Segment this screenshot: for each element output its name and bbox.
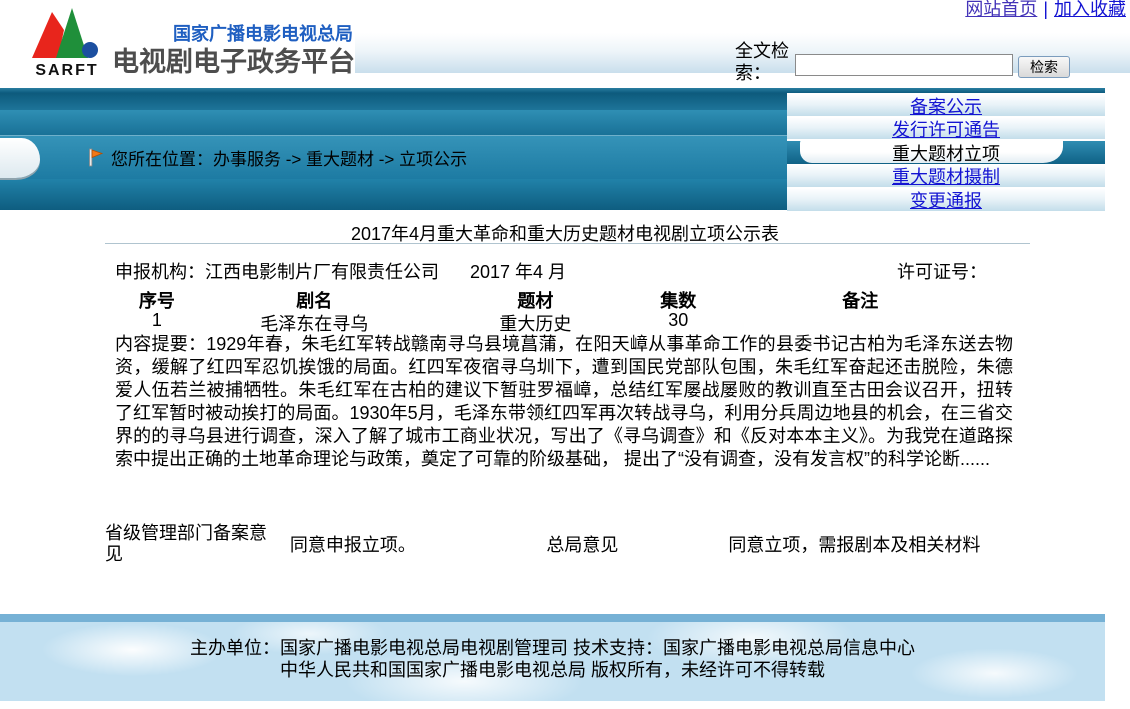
opinions-row: 省级管理部门备案意见 同意申报立项。 总局意见 同意立项，需报剧本及相关材料 xyxy=(105,522,1015,566)
search-button[interactable]: 检索 xyxy=(1018,56,1070,78)
side-menu: 备案公示 发行许可通告 重大题材立项 重大题材摄制 变更通报 xyxy=(787,93,1105,215)
menu-item-major-subject-approval[interactable]: 重大题材立项 xyxy=(787,141,1105,164)
applicant-name: 申报机构：江西电影制片厂有限责任公司 xyxy=(115,258,439,284)
sarft-logo-icon xyxy=(28,6,106,62)
footer: 主办单位：国家广播电影电视总局电视剧管理司 技术支持：国家广播电影电视总局信息中… xyxy=(0,614,1105,701)
title-divider xyxy=(105,243,1030,244)
header: SARFT 国家广播电影电视总局 电视剧电子政务平台 网站首页|加入收藏 全文检… xyxy=(0,0,1130,93)
logo-text: SARFT xyxy=(28,62,106,80)
sarft-opinion-label: 总局意见 xyxy=(546,522,728,566)
report-date: 2017 年4 月 xyxy=(470,258,566,284)
add-favorite-link[interactable]: 加入收藏 xyxy=(1054,0,1126,19)
menu-item-major-subject-production[interactable]: 重大题材摄制 xyxy=(787,165,1105,187)
menu-label-active: 重大题材立项 xyxy=(892,140,1000,166)
sarft-opinion-value: 同意立项，需报剧本及相关材料 xyxy=(728,522,1015,566)
menu-item-change-notification[interactable]: 变更通报 xyxy=(787,189,1105,211)
breadcrumb-bar: 您所在位置：办事服务 -> 重大题材 -> 立项公示 xyxy=(0,93,787,210)
site-name: 电视剧电子政务平台 xyxy=(112,40,355,79)
page: SARFT 国家广播电影电视总局 电视剧电子政务平台 网站首页|加入收藏 全文检… xyxy=(0,0,1130,709)
footer-background: 主办单位：国家广播电影电视总局电视剧管理司 技术支持：国家广播电影电视总局信息中… xyxy=(0,622,1105,701)
menu-link[interactable]: 重大题材摄制 xyxy=(892,163,1000,189)
menu-item-filing-publicity[interactable]: 备案公示 xyxy=(787,95,1105,116)
footer-copyright-line: 中华人民共和国国家广播电影电视总局 版权所有，未经许可不得转载 xyxy=(0,659,1105,681)
synopsis-text: 内容提要：1929年春，朱毛红军转战赣南寻乌县境菖蒲，在阳天嶂从事革命工作的县委… xyxy=(115,333,1013,471)
applicant-row: 申报机构：江西电影制片厂有限责任公司 2017 年4 月 许可证号： xyxy=(105,258,1015,282)
search-input[interactable] xyxy=(795,54,1013,76)
home-link[interactable]: 网站首页 xyxy=(965,0,1037,19)
search-label: 全文检索： xyxy=(735,40,793,84)
flag-icon xyxy=(88,148,103,167)
publicity-table: 申报机构：江西电影制片厂有限责任公司 2017 年4 月 许可证号： 序号 剧名… xyxy=(105,258,1015,282)
breadcrumb-text: 您所在位置：办事服务 -> 重大题材 -> 立项公示 xyxy=(111,145,467,170)
sarft-logo: SARFT xyxy=(28,6,106,84)
nav-band xyxy=(0,93,787,110)
nav-band xyxy=(0,110,787,135)
nav-band xyxy=(0,179,787,210)
menu-link[interactable]: 发行许可通告 xyxy=(892,116,1000,142)
provincial-opinion-label: 省级管理部门备案意见 xyxy=(105,522,278,566)
footer-top-bar xyxy=(0,614,1105,622)
menu-item-distribution-license[interactable]: 发行许可通告 xyxy=(787,118,1105,139)
license-number-label: 许可证号： xyxy=(897,258,987,284)
top-links-separator: | xyxy=(1043,0,1048,19)
breadcrumb: 您所在位置：办事服务 -> 重大题材 -> 立项公示 xyxy=(88,138,467,176)
top-links: 网站首页 | 加入收藏 xyxy=(965,0,1126,21)
navigation-zone: 您所在位置：办事服务 -> 重大题材 -> 立项公示 备案公示 发行许可通告 重… xyxy=(0,93,1105,215)
footer-organizer-line: 主办单位：国家广播电影电视总局电视剧管理司 技术支持：国家广播电影电视总局信息中… xyxy=(0,637,1105,659)
menu-link[interactable]: 变更通报 xyxy=(910,187,982,213)
provincial-opinion-value: 同意申报立项。 xyxy=(278,522,546,566)
